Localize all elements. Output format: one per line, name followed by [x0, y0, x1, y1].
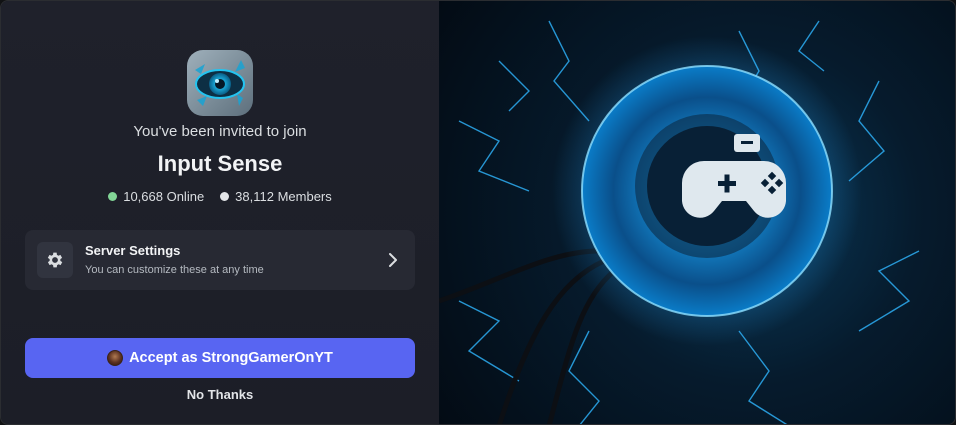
members-stat: 38,112 Members: [220, 189, 332, 204]
server-icon: [187, 50, 253, 116]
settings-title: Server Settings: [85, 243, 181, 258]
server-banner-image: [439, 1, 955, 424]
server-settings-row[interactable]: Server Settings You can customize these …: [25, 230, 415, 290]
invite-panel: You've been invited to join Input Sense …: [1, 1, 439, 424]
online-dot-icon: [108, 192, 118, 201]
settings-subtitle: You can customize these at any time: [85, 264, 264, 276]
server-name: Input Sense: [157, 151, 283, 176]
server-stats: 10,668 Online 38,112 Members: [1, 189, 439, 204]
invite-heading: You've been invited to join: [133, 123, 307, 140]
no-thanks-button[interactable]: No Thanks: [1, 387, 439, 402]
avatar: [107, 350, 124, 366]
chevron-right-icon: [389, 253, 397, 267]
gear-icon: [37, 242, 73, 278]
online-stat: 10,668 Online: [108, 189, 204, 204]
accept-invite-button[interactable]: Accept as StrongGamerOnYT: [25, 338, 415, 378]
members-dot-icon: [220, 192, 230, 201]
online-count: 10,668 Online: [123, 189, 205, 204]
accept-label: Accept as StrongGamerOnYT: [129, 350, 333, 366]
member-count: 38,112 Members: [235, 189, 332, 204]
banner-artwork: [439, 20, 920, 424]
invite-modal: You've been invited to join Input Sense …: [0, 0, 956, 425]
